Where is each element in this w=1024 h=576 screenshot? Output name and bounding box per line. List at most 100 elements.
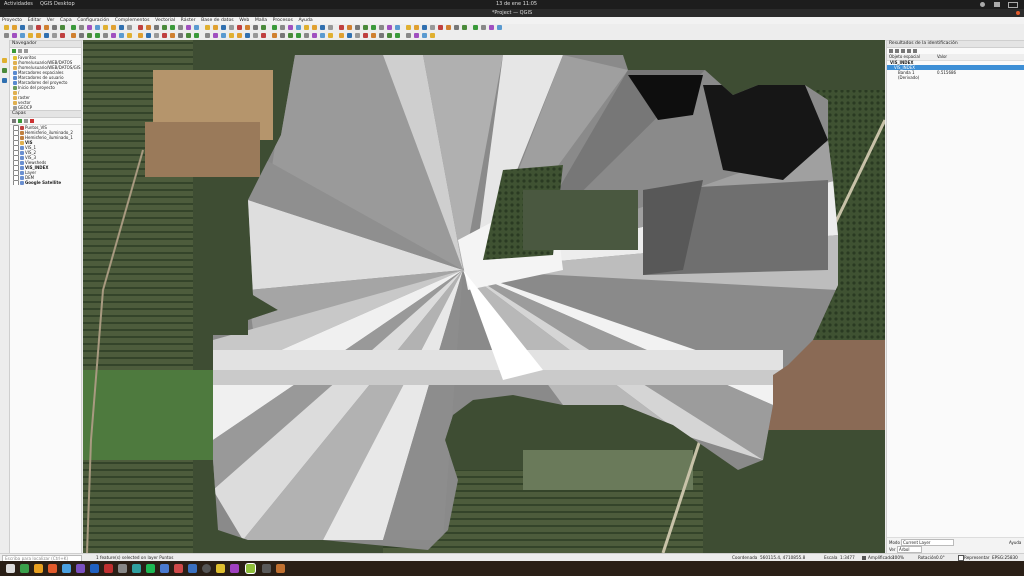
- close-icon[interactable]: [1016, 11, 1020, 15]
- identify-row[interactable]: (Derivado): [887, 75, 1024, 80]
- collapse-tree-icon[interactable]: [895, 49, 899, 53]
- app-icon-13[interactable]: [188, 564, 197, 573]
- toolbar-tool-icon[interactable]: [170, 25, 175, 30]
- toolbar-tool-icon[interactable]: [272, 33, 277, 38]
- copy-feature-icon[interactable]: [907, 49, 911, 53]
- toolbar-tool-icon[interactable]: [119, 25, 124, 30]
- menu-editar[interactable]: Editar: [26, 17, 44, 24]
- toolbar-tool-icon[interactable]: [119, 33, 124, 38]
- toolbar-tool-icon[interactable]: [473, 25, 478, 30]
- toolbar-tool-icon[interactable]: [312, 25, 317, 30]
- toolbar-tool-icon[interactable]: [422, 33, 427, 38]
- toolbar-tool-icon[interactable]: [288, 33, 293, 38]
- toolbar-tool-icon[interactable]: [414, 25, 419, 30]
- toolbar-tool-icon[interactable]: [20, 25, 25, 30]
- toolbar-tool-icon[interactable]: [79, 25, 84, 30]
- toolbar-tool-icon[interactable]: [87, 25, 92, 30]
- toolbar-tool-icon[interactable]: [138, 33, 143, 38]
- toolbar-tool-icon[interactable]: [280, 33, 285, 38]
- app-icon-11[interactable]: [160, 564, 169, 573]
- toolbar-tool-icon[interactable]: [387, 25, 392, 30]
- toolbar-tool-icon[interactable]: [36, 25, 41, 30]
- toolbar-tool-icon[interactable]: [296, 33, 301, 38]
- app-icon-2[interactable]: [34, 564, 43, 573]
- toolbar-tool-icon[interactable]: [328, 25, 333, 30]
- toolbar-tool-icon[interactable]: [288, 25, 293, 30]
- toolbar-tool-icon[interactable]: [146, 25, 151, 30]
- toolbar-tool-icon[interactable]: [261, 33, 266, 38]
- menu-capa[interactable]: Capa: [58, 17, 74, 24]
- toolbar-tool-icon[interactable]: [253, 33, 258, 38]
- app-icon-16[interactable]: [230, 564, 239, 573]
- toolbar-tool-icon[interactable]: [60, 33, 65, 38]
- toolbar-tool-icon[interactable]: [312, 33, 317, 38]
- menu-complementos[interactable]: Complementos: [113, 17, 152, 24]
- toolbar-tool-icon[interactable]: [52, 25, 57, 30]
- app-icon-8[interactable]: [118, 564, 127, 573]
- toolbar-tool-icon[interactable]: [245, 25, 250, 30]
- remove-layer-icon[interactable]: [30, 119, 34, 123]
- app-menu-button[interactable]: QGIS Desktop: [40, 1, 75, 8]
- toolbar-tool-icon[interactable]: [414, 33, 419, 38]
- toolbar-tool-icon[interactable]: [430, 25, 435, 30]
- add-layer-icon[interactable]: [2, 58, 7, 63]
- toolbar-tool-icon[interactable]: [339, 33, 344, 38]
- menu-base-de-datos[interactable]: Base de datos: [199, 17, 236, 24]
- toolbar-tool-icon[interactable]: [162, 33, 167, 38]
- lock-scale-icon[interactable]: [862, 556, 866, 560]
- toolbar-tool-icon[interactable]: [422, 25, 427, 30]
- toolbar-tool-icon[interactable]: [103, 33, 108, 38]
- menu-ayuda[interactable]: Ayuda: [296, 17, 314, 24]
- toolbar-tool-icon[interactable]: [221, 33, 226, 38]
- toolbar-tool-icon[interactable]: [395, 25, 400, 30]
- toolbar-tool-icon[interactable]: [371, 25, 376, 30]
- toolbar-tool-icon[interactable]: [253, 25, 258, 30]
- menu-proyecto[interactable]: Proyecto: [0, 17, 24, 24]
- toolbar-tool-icon[interactable]: [347, 25, 352, 30]
- toolbar-tool-icon[interactable]: [44, 25, 49, 30]
- layer-style-icon[interactable]: [12, 119, 16, 123]
- view-select[interactable]: Árbol: [897, 546, 922, 553]
- toolbar-tool-icon[interactable]: [28, 25, 33, 30]
- toolbar-tool-icon[interactable]: [406, 25, 411, 30]
- toolbar-tool-icon[interactable]: [446, 25, 451, 30]
- qgis-icon[interactable]: [245, 563, 256, 574]
- toolbar-tool-icon[interactable]: [79, 33, 84, 38]
- toolbar-tool-icon[interactable]: [272, 25, 277, 30]
- toolbar-tool-icon[interactable]: [320, 33, 325, 38]
- toolbar-tool-icon[interactable]: [95, 33, 100, 38]
- toolbar-tool-icon[interactable]: [213, 33, 218, 38]
- toolbar-tool-icon[interactable]: [454, 25, 459, 30]
- app-icon-5[interactable]: [76, 564, 85, 573]
- mode-select[interactable]: Current Layer: [901, 539, 954, 546]
- refresh-icon[interactable]: [12, 49, 16, 53]
- toolbar-tool-icon[interactable]: [178, 33, 183, 38]
- apps-grid-icon[interactable]: [6, 564, 15, 573]
- toolbar-tool-icon[interactable]: [186, 33, 191, 38]
- network-icon[interactable]: [980, 2, 985, 7]
- toolbar-tool-icon[interactable]: [127, 33, 132, 38]
- toolbar-tool-icon[interactable]: [489, 25, 494, 30]
- toolbar-tool-icon[interactable]: [111, 33, 116, 38]
- visibility-checkbox[interactable]: [13, 180, 19, 185]
- toolbar-tool-icon[interactable]: [497, 25, 502, 30]
- toolbar-tool-icon[interactable]: [363, 25, 368, 30]
- app-icon-19[interactable]: [276, 564, 285, 573]
- map-canvas[interactable]: [83, 40, 885, 553]
- toolbar-tool-icon[interactable]: [127, 25, 132, 30]
- toolbar-tool-icon[interactable]: [170, 33, 175, 38]
- toolbar-tool-icon[interactable]: [154, 25, 159, 30]
- toolbar-tool-icon[interactable]: [52, 33, 57, 38]
- layer-item[interactable]: Google Satellite: [10, 180, 81, 185]
- toolbar-tool-icon[interactable]: [178, 25, 183, 30]
- toolbar-tool-icon[interactable]: [194, 33, 199, 38]
- toolbar-tool-icon[interactable]: [261, 25, 266, 30]
- toolbar-tool-icon[interactable]: [186, 25, 191, 30]
- toolbar-tool-icon[interactable]: [481, 25, 486, 30]
- toolbar-tool-icon[interactable]: [296, 25, 301, 30]
- toolbar-tool-icon[interactable]: [20, 33, 25, 38]
- menu-web[interactable]: Web: [237, 17, 251, 24]
- menu-malla[interactable]: Malla: [253, 17, 269, 24]
- toolbar-tool-icon[interactable]: [229, 33, 234, 38]
- toolbar-tool-icon[interactable]: [44, 33, 49, 38]
